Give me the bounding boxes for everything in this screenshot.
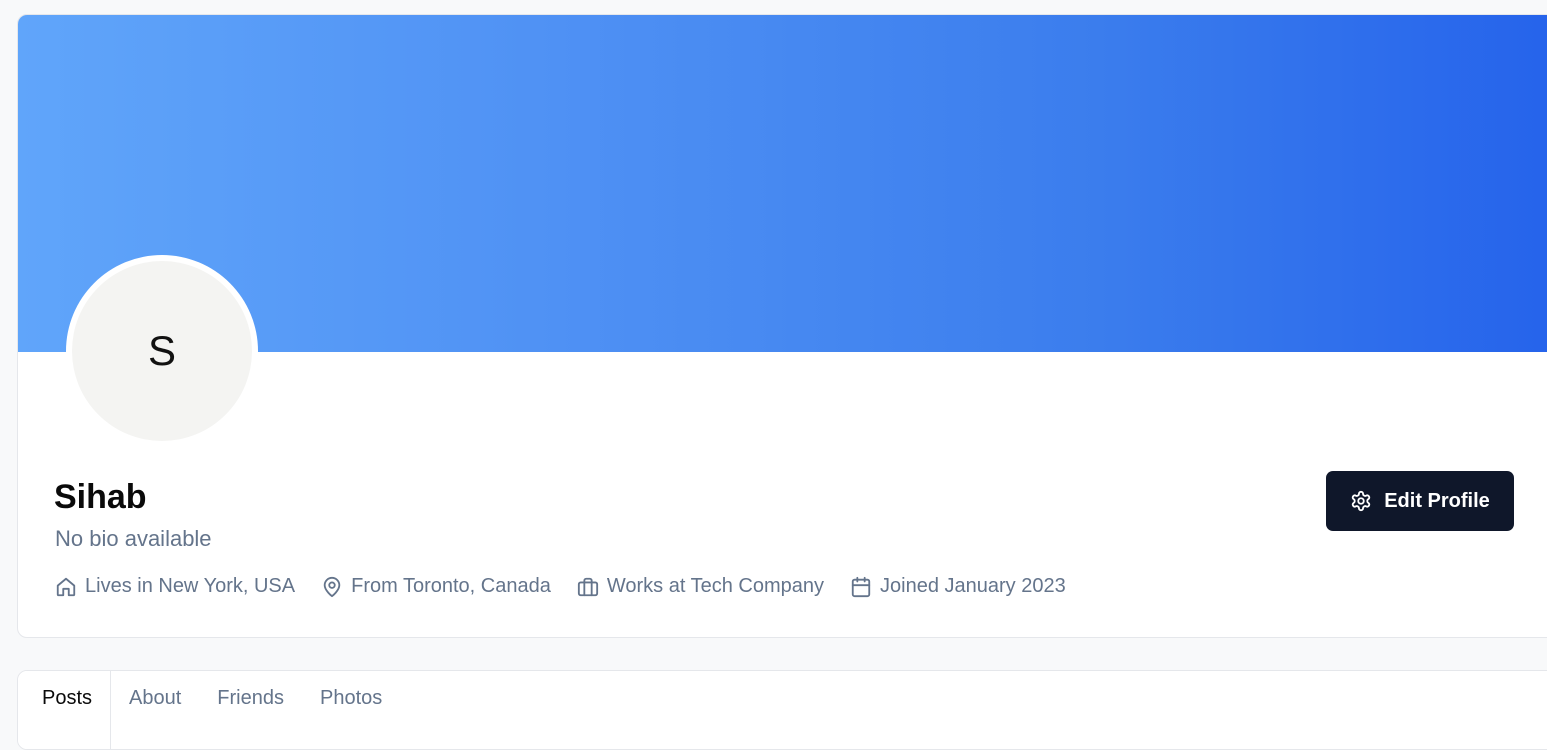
tab-photos[interactable]: Photos bbox=[302, 671, 400, 749]
gear-icon bbox=[1352, 490, 1371, 512]
tab-friends[interactable]: Friends bbox=[199, 671, 302, 749]
detail-works-text: Works at Tech Company bbox=[606, 575, 824, 597]
detail-lives: Lives in New York, USA bbox=[55, 575, 295, 598]
briefcase-icon bbox=[577, 577, 598, 596]
profile-tabs-card: Posts About Friends Photos bbox=[17, 670, 1547, 750]
cover-banner bbox=[18, 15, 1547, 352]
profile-bio: No bio available bbox=[55, 526, 212, 551]
avatar-initial: S bbox=[72, 261, 252, 441]
detail-lives-text: Lives in New York, USA bbox=[85, 575, 296, 597]
home-icon bbox=[56, 577, 76, 596]
detail-joined-text: Joined January 2023 bbox=[880, 575, 1066, 597]
detail-joined: Joined January 2023 bbox=[850, 575, 1066, 598]
profile-details: Lives in New York, USA From Toronto, Can… bbox=[55, 575, 1066, 598]
detail-from-text: From Toronto, Canada bbox=[351, 575, 551, 597]
map-pin-icon bbox=[323, 576, 341, 597]
edit-profile-label: Edit Profile bbox=[1384, 489, 1490, 512]
avatar[interactable]: S bbox=[66, 255, 258, 447]
edit-profile-button[interactable]: Edit Profile bbox=[1326, 471, 1514, 531]
tab-about[interactable]: About bbox=[111, 671, 199, 749]
profile-card: S Sihab No bio available Lives in New Yo… bbox=[17, 14, 1547, 638]
calendar-icon bbox=[851, 576, 871, 597]
profile-name: Sihab bbox=[54, 478, 147, 516]
tab-posts[interactable]: Posts bbox=[18, 671, 112, 749]
detail-works: Works at Tech Company bbox=[577, 575, 824, 598]
profile-tabs: Posts About Friends Photos bbox=[18, 671, 400, 749]
detail-from: From Toronto, Canada bbox=[321, 575, 551, 598]
